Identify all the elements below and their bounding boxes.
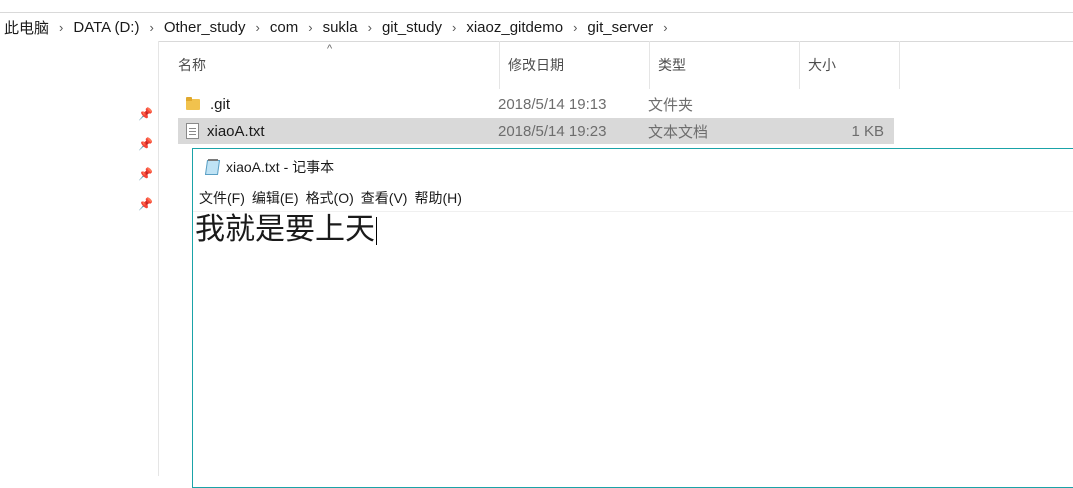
menu-view[interactable]: 查看(V) <box>361 188 415 208</box>
chevron-right-icon[interactable]: › <box>304 20 316 35</box>
breadcrumb-this-pc[interactable]: 此电脑 <box>0 17 55 38</box>
file-size: 1 KB <box>851 122 884 140</box>
breadcrumb-git-study[interactable]: git_study <box>376 19 448 36</box>
sort-ascending-icon: ^ <box>327 43 333 55</box>
file-date: 2018/5/14 19:23 <box>498 122 607 140</box>
notepad-text-area[interactable]: 我就是要上天 <box>193 212 1073 248</box>
chevron-right-icon[interactable]: › <box>145 20 157 35</box>
notepad-title-bar[interactable]: xiaoA.txt - 记事本 <box>193 149 1073 185</box>
column-size-label: 大小 <box>808 57 836 73</box>
column-header: ^ 名称 修改日期 类型 大小 <box>170 41 905 89</box>
breadcrumb-other-study[interactable]: Other_study <box>158 19 252 36</box>
column-size[interactable]: 大小 <box>800 41 900 89</box>
notepad-window[interactable]: xiaoA.txt - 记事本 文件(F) 编辑(E) 格式(O) 查看(V) … <box>192 148 1073 488</box>
chevron-right-icon[interactable]: › <box>659 20 671 35</box>
pin-icon[interactable]: 📌 <box>138 197 153 211</box>
menu-help[interactable]: 帮助(H) <box>414 188 468 208</box>
chevron-right-icon[interactable]: › <box>252 20 264 35</box>
file-date: 2018/5/14 19:13 <box>498 95 607 113</box>
chevron-right-icon[interactable]: › <box>448 20 460 35</box>
menu-format[interactable]: 格式(O) <box>306 188 361 208</box>
notepad-content: 我就是要上天 <box>195 212 375 247</box>
chevron-right-icon[interactable]: › <box>55 20 67 35</box>
pin-icon[interactable]: 📌 <box>138 137 153 151</box>
column-date[interactable]: 修改日期 <box>500 41 650 89</box>
notepad-icon <box>204 159 220 175</box>
menu-file[interactable]: 文件(F) <box>199 188 252 208</box>
pin-icon[interactable]: 📌 <box>138 107 153 121</box>
column-name[interactable]: ^ 名称 <box>170 41 500 89</box>
breadcrumb-sukla[interactable]: sukla <box>317 19 364 36</box>
file-name: xiaoA.txt <box>207 122 265 140</box>
breadcrumb-git-server[interactable]: git_server <box>581 19 659 36</box>
column-date-label: 修改日期 <box>508 57 564 73</box>
column-type[interactable]: 类型 <box>650 41 800 89</box>
file-name: .git <box>210 95 231 113</box>
pin-icon[interactable]: 📌 <box>138 167 153 181</box>
column-name-label: 名称 <box>178 57 206 73</box>
breadcrumb-com[interactable]: com <box>264 19 304 36</box>
breadcrumb-xiaoz-gitdemo[interactable]: xiaoz_gitdemo <box>460 19 569 36</box>
text-file-icon <box>186 123 199 139</box>
text-caret <box>376 217 377 245</box>
file-row[interactable]: .git 2018/5/14 19:13 文件夹 <box>178 91 894 117</box>
chevron-right-icon[interactable]: › <box>569 20 581 35</box>
notepad-menu-bar: 文件(F) 编辑(E) 格式(O) 查看(V) 帮助(H) <box>193 185 1073 212</box>
chevron-right-icon[interactable]: › <box>364 20 376 35</box>
file-type: 文件夹 <box>648 96 694 114</box>
folder-icon <box>186 97 200 111</box>
address-bar[interactable]: 此电脑 › DATA (D:) › Other_study › com › su… <box>0 12 1073 42</box>
file-row-selected[interactable]: xiaoA.txt 2018/5/14 19:23 文本文档 1 KB <box>178 118 894 144</box>
column-type-label: 类型 <box>658 57 686 73</box>
navigation-pane[interactable]: 📌 📌 📌 📌 <box>0 41 159 476</box>
menu-edit[interactable]: 编辑(E) <box>252 188 306 208</box>
breadcrumb-drive[interactable]: DATA (D:) <box>67 19 145 36</box>
file-type: 文本文档 <box>648 123 709 141</box>
notepad-title: xiaoA.txt - 记事本 <box>226 159 335 175</box>
